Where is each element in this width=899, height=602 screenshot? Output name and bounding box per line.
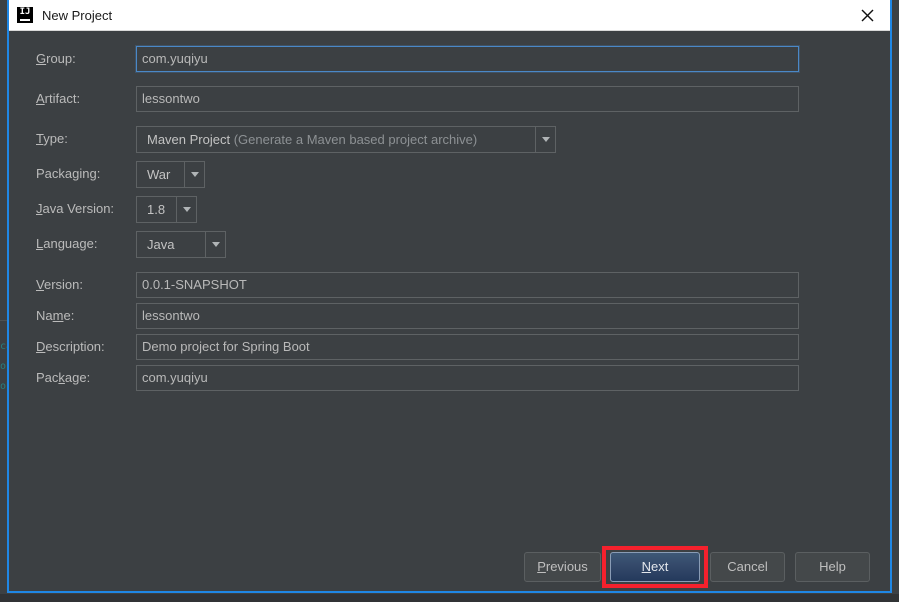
dialog-button-bar: Previous Next Cancel Help [9, 546, 890, 589]
description-input[interactable]: Demo project for Spring Boot [136, 334, 799, 360]
ide-status-bar [0, 594, 899, 602]
java-version-combo-value[interactable]: 1.8 [136, 196, 176, 223]
version-input[interactable]: 0.0.1-SNAPSHOT [136, 272, 799, 298]
java-version-combo[interactable]: 1.8 [136, 196, 197, 223]
next-button[interactable]: Next [610, 552, 700, 582]
dialog-titlebar: New Project [9, 0, 890, 31]
help-button[interactable]: Help [795, 552, 870, 582]
new-project-dialog: New Project Group: com.yuqiyu Artifact: … [7, 0, 892, 593]
label-type: Type: [36, 131, 68, 146]
packaging-combo-value[interactable]: War [136, 161, 184, 188]
label-description: Description: [36, 339, 105, 354]
label-language: Language: [36, 236, 98, 251]
chevron-down-icon[interactable] [176, 196, 197, 223]
project-form: Group: com.yuqiyu Artifact: lessontwo Ty… [9, 31, 890, 541]
intellij-idea-icon [17, 6, 33, 23]
close-icon-glyph [861, 9, 874, 21]
language-combo[interactable]: Java [136, 231, 226, 258]
label-packaging: Packaging: [36, 166, 101, 181]
previous-button[interactable]: Previous [524, 552, 601, 582]
chevron-down-icon[interactable] [184, 161, 205, 188]
label-java-version: Java Version: [36, 201, 115, 216]
label-version: Version: [36, 277, 83, 292]
label-name: Name: [36, 308, 75, 323]
package-input[interactable]: com.yuqiyu [136, 365, 799, 391]
cancel-button[interactable]: Cancel [710, 552, 785, 582]
dialog-title: New Project [42, 7, 113, 23]
chevron-down-icon[interactable] [535, 126, 556, 153]
group-input[interactable]: com.yuqiyu [136, 46, 799, 72]
language-combo-value[interactable]: Java [136, 231, 205, 258]
label-group: Group: [36, 51, 76, 66]
type-combo-value-detail: (Generate a Maven based project archive) [233, 132, 478, 147]
name-input[interactable]: lessontwo [136, 303, 799, 329]
type-combo-value-main: Maven Project [147, 132, 231, 147]
close-icon[interactable] [845, 0, 890, 30]
label-artifact: Artifact: [36, 91, 81, 106]
artifact-input[interactable]: lessontwo [136, 86, 799, 112]
type-combo[interactable]: Maven Project (Generate a Maven based pr… [136, 126, 556, 153]
label-package: Package: [36, 370, 91, 385]
chevron-down-icon[interactable] [205, 231, 226, 258]
type-combo-value[interactable]: Maven Project (Generate a Maven based pr… [136, 126, 535, 153]
packaging-combo[interactable]: War [136, 161, 205, 188]
